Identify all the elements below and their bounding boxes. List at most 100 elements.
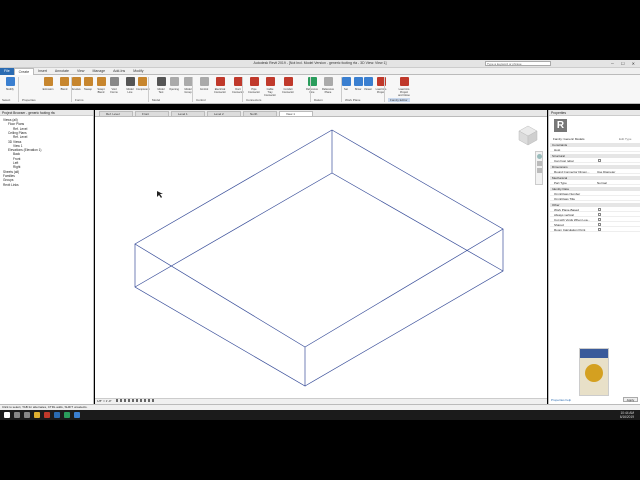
ribbon-button-swept-blend[interactable]: Swept Blend: [95, 77, 107, 97]
browser-item[interactable]: Revit Links: [3, 183, 19, 187]
zoom-icon[interactable]: [536, 161, 542, 166]
property-value[interactable]: Use Diameter: [597, 170, 615, 174]
view-control-icons[interactable]: [116, 399, 157, 402]
ribbon-tab-manage[interactable]: Manage: [88, 68, 109, 75]
edit-type-button[interactable]: Edit Type: [619, 137, 631, 141]
property-row[interactable]: Shared: [550, 223, 640, 227]
apply-button[interactable]: Apply: [623, 397, 638, 402]
footing-front-left-face: [134, 244, 306, 387]
ribbon-button-label: Opening: [169, 88, 179, 91]
property-row[interactable]: Cut with Voids When Loa...: [550, 218, 640, 222]
ribbon-panel-connectors: Connectors: [246, 98, 262, 102]
windows-taskbar: 10:44 AM 6/16/2019: [0, 410, 640, 420]
property-name: Part Type: [554, 181, 567, 185]
properties-section[interactable]: Dimensions: [550, 165, 640, 169]
property-row[interactable]: OmniClass Title: [550, 197, 640, 201]
property-checkbox[interactable]: [598, 213, 601, 216]
property-row[interactable]: Part Type Normal: [550, 181, 640, 185]
ribbon-button-component[interactable]: Component: [136, 77, 149, 97]
ribbon-tab-bar: File Create Insert Annotate View Manage Add-In…: [0, 67, 640, 75]
ribbon-panel-select: Select: [2, 98, 11, 102]
ribbon-tab-add-ins[interactable]: Add-Ins: [109, 68, 129, 75]
properties-help-link[interactable]: Properties help: [551, 398, 571, 402]
viewcube[interactable]: [515, 123, 541, 149]
panel-separator: [341, 77, 342, 102]
ribbon-button-viewer[interactable]: Viewer: [362, 77, 374, 97]
properties-section[interactable]: Other: [550, 203, 640, 207]
ribbon-button-pipe-connector[interactable]: Pipe Connector: [248, 77, 260, 97]
property-row[interactable]: Always vertical: [550, 213, 640, 217]
ribbon-button-load-into-project[interactable]: Load into Project: [375, 77, 387, 97]
ribbon-tab-view[interactable]: View: [73, 68, 89, 75]
property-checkbox[interactable]: [598, 228, 601, 231]
file-explorer-icon[interactable]: [34, 412, 40, 418]
property-value[interactable]: Normal: [597, 181, 607, 185]
properties-section[interactable]: Identity Data: [550, 187, 640, 191]
ribbon-button-electrical-connector[interactable]: Electrical Connector: [214, 77, 226, 97]
ribbon-tab-annotate[interactable]: Annotate: [51, 68, 73, 75]
pan-icon[interactable]: [536, 168, 542, 173]
app-icon-1[interactable]: [44, 412, 50, 418]
property-row[interactable]: Room Calculation Point: [550, 228, 640, 232]
steering-wheel-icon[interactable]: [536, 154, 542, 159]
property-checkbox[interactable]: [598, 208, 601, 211]
swept-blend-icon: [96, 77, 106, 86]
blend-icon: [59, 77, 69, 86]
drawing-canvas[interactable]: [95, 117, 547, 398]
view-scale[interactable]: 1/8" = 1'-0": [97, 399, 112, 403]
search-icon[interactable]: [14, 412, 20, 418]
ribbon-panel-forms: Forms: [75, 98, 84, 102]
ribbon-tab-insert[interactable]: Insert: [34, 68, 51, 75]
3d-model-view[interactable]: [95, 117, 547, 398]
set-icon: [341, 77, 351, 86]
search-input[interactable]: Type a keyword or phrase: [485, 61, 551, 66]
ribbon-button-void-forms[interactable]: Void Forms: [108, 77, 120, 97]
ribbon-button-cable-tray-connector[interactable]: Cable Tray Connector: [264, 77, 276, 97]
electrical-connector-icon: [215, 77, 225, 86]
ribbon-button-label: Void Forms: [110, 88, 118, 94]
app-icon-2[interactable]: [54, 412, 60, 418]
ribbon-button-conduit-connector[interactable]: Conduit Connector: [282, 77, 294, 97]
ribbon-button-blend[interactable]: Blend: [58, 77, 70, 97]
ribbon-button-control[interactable]: Control: [198, 77, 210, 97]
footing-front-right-face: [304, 229, 504, 387]
property-row[interactable]: Round Connector Dimen... Use Diameter: [550, 170, 640, 174]
extrusion-icon: [43, 77, 53, 86]
app-icon-3[interactable]: [64, 412, 70, 418]
ribbon-button-opening[interactable]: Opening: [168, 77, 180, 97]
property-checkbox[interactable]: [598, 223, 601, 226]
ribbon-button-model-text[interactable]: Model Text: [155, 77, 167, 97]
ribbon-tab-create[interactable]: Create: [13, 67, 35, 75]
ribbon-button-reference-line[interactable]: Reference Line: [306, 77, 318, 97]
ribbon-button-reference-plane[interactable]: Reference Plane: [322, 77, 334, 97]
ribbon-button-modify[interactable]: Modify: [4, 77, 16, 97]
revit-taskbar-icon[interactable]: [74, 412, 80, 418]
ribbon-button-label: Revolve: [71, 88, 81, 91]
windows-start-icon[interactable]: [4, 412, 10, 418]
property-name: Cut with Voids When Loa...: [554, 218, 591, 222]
ribbon-button-label: Load into Project and Close: [398, 88, 410, 97]
property-checkbox[interactable]: [598, 159, 601, 162]
ribbon-button-label: Blend: [60, 88, 68, 91]
properties-section[interactable]: Mechanical: [550, 176, 640, 180]
navigation-bar[interactable]: [535, 151, 543, 185]
ribbon-tab-modify[interactable]: Modify: [129, 68, 147, 75]
property-row[interactable]: Host: [550, 148, 640, 152]
property-row[interactable]: Can host rebar: [550, 159, 640, 163]
ribbon-tab-file[interactable]: File: [0, 67, 14, 75]
ribbon-button-extrusion[interactable]: Extrusion: [42, 77, 54, 97]
ribbon-button-model-line[interactable]: Model Line: [124, 77, 136, 97]
ribbon-button-sweep[interactable]: Sweep: [82, 77, 94, 97]
properties-section[interactable]: Constraints: [550, 143, 640, 147]
ribbon-button-load-into-project-and-close[interactable]: Load into Project and Close: [398, 77, 410, 97]
property-checkbox[interactable]: [598, 218, 601, 221]
opening-icon: [169, 77, 179, 86]
task-view-icon[interactable]: [24, 412, 30, 418]
property-row[interactable]: Work Plane-Based: [550, 208, 640, 212]
properties-section[interactable]: Structural: [550, 154, 640, 158]
window-controls[interactable]: ─ ☐ ✕: [611, 61, 638, 66]
panel-separator: [384, 77, 385, 102]
project-browser-title: Project Browser - generic footing rfa: [0, 110, 93, 116]
property-row[interactable]: OmniClass Number: [550, 192, 640, 196]
footing-hidden-edge-2: [134, 172, 504, 288]
